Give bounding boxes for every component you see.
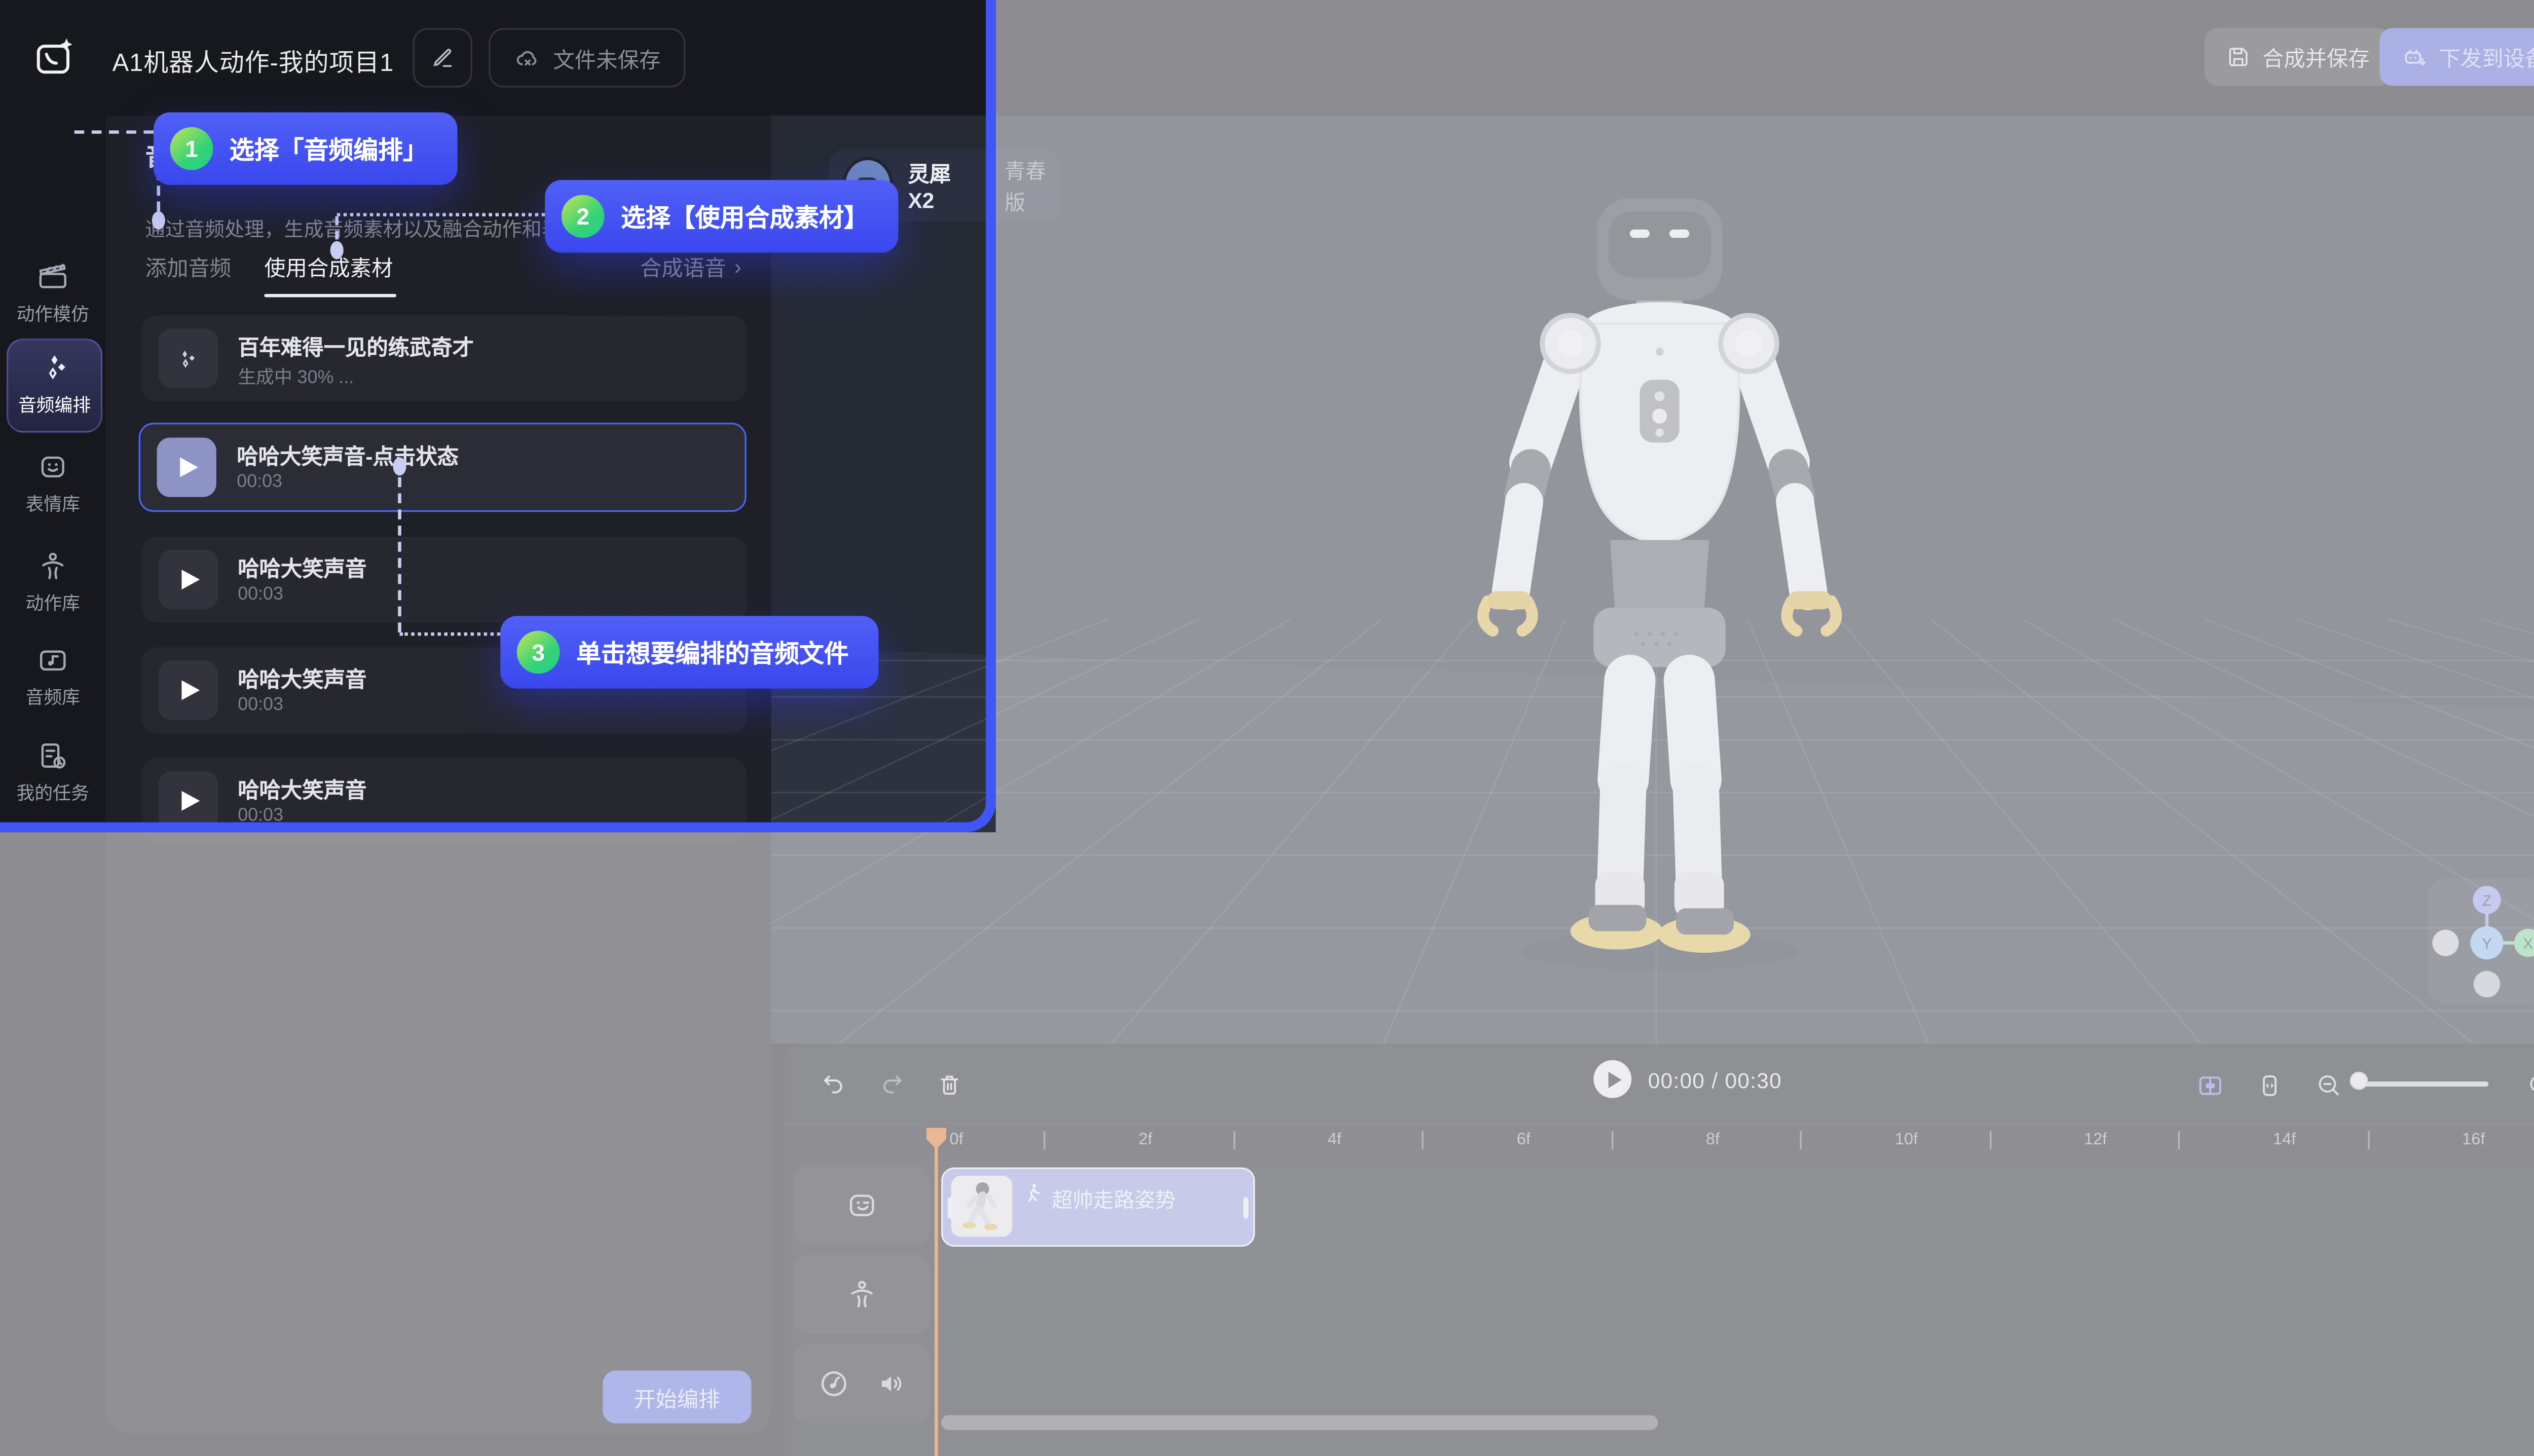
dim-overlay-bottom — [0, 832, 2534, 1456]
panel-subtitle: 通过音频处理，生成音频素材以及融合动作和表情 — [145, 215, 581, 243]
music-icon — [36, 644, 69, 677]
connector-1-dot — [152, 211, 165, 230]
step-2-text: 选择【使用合成素材】 — [621, 199, 869, 234]
sidebar-item-3[interactable]: 表情库 — [7, 444, 99, 523]
step-2-number: 2 — [562, 195, 605, 238]
sidebar-item-4[interactable]: 动作库 — [7, 543, 99, 622]
dim-overlay-right — [996, 0, 2534, 832]
audio-item-subtitle: 00:03 — [237, 473, 282, 493]
step-3-number: 3 — [517, 631, 560, 674]
sidebar-item-label: 动作库 — [26, 589, 81, 616]
tutorial-step-1: 1 选择「音频编排」 — [154, 113, 458, 185]
badge-divider: | — [985, 173, 990, 197]
tab-use-synth-material[interactable]: 使用合成素材 — [264, 251, 393, 282]
person-icon — [36, 550, 69, 583]
face-icon — [36, 451, 69, 484]
audio-play-button[interactable] — [158, 438, 217, 498]
audio-item[interactable]: 哈哈大笑声音-点击状态00:03 — [139, 423, 747, 512]
step-1-number: 1 — [170, 127, 213, 170]
connector-3-dot — [393, 458, 406, 476]
chevron-right-icon: › — [734, 254, 741, 279]
save-status-label: 文件未保存 — [553, 42, 661, 73]
tasks-icon — [36, 740, 69, 773]
active-tab-underline — [264, 294, 396, 297]
sidebar-item-5[interactable]: 音频库 — [7, 638, 99, 717]
tab-add-audio[interactable]: 添加音频 — [145, 251, 231, 282]
ai-generating-icon — [159, 328, 218, 388]
sidebar-item-label: 音频编排 — [18, 391, 91, 418]
save-status-button[interactable]: 文件未保存 — [489, 28, 685, 87]
audio-item-title: 百年难得一见的练武奇才 — [238, 330, 474, 362]
synthesize-speech-label: 合成语音 — [640, 251, 726, 282]
clapper-icon — [36, 261, 69, 294]
synthesize-speech-link[interactable]: 合成语音 › — [640, 251, 741, 282]
audio-item-title: 哈哈大笑声音 — [238, 662, 366, 694]
play-icon — [180, 458, 199, 478]
audio-item[interactable]: 哈哈大笑声音00:03 — [142, 758, 747, 844]
audio-item-subtitle: 生成中 30% ... — [238, 363, 354, 390]
sidebar-item-1[interactable]: 动作模仿 — [7, 254, 99, 333]
sidebar-item-2[interactable]: 音频编排 — [7, 339, 102, 433]
tutorial-step-2: 2 选择【使用合成素材】 — [545, 180, 898, 252]
sidebar-item-label: 我的任务 — [17, 779, 89, 806]
sidebar-item-label: 动作模仿 — [17, 301, 89, 327]
sparkles-icon — [38, 352, 71, 385]
step-3-text: 单击想要编排的音频文件 — [576, 635, 849, 669]
app-root: A1机器人动作-我的项目1 文件未保存 — [0, 0, 2534, 1456]
audio-item[interactable]: 哈哈大笑声音00:03 — [142, 537, 747, 622]
tutorial-step-3: 3 单击想要编排的音频文件 — [500, 616, 878, 688]
connector-1-line — [74, 130, 154, 134]
audio-item-subtitle: 00:03 — [238, 806, 283, 826]
audio-item-title: 哈哈大笑声音 — [238, 773, 366, 804]
connector-3-line — [398, 477, 401, 632]
play-icon — [181, 570, 200, 589]
play-icon — [181, 680, 200, 700]
cloud-unsaved-icon — [513, 44, 541, 71]
connector-2-line — [337, 213, 545, 216]
connector-2-line — [335, 216, 339, 240]
audio-play-button[interactable] — [159, 550, 218, 609]
audio-play-button[interactable] — [159, 660, 218, 720]
connector-2-dot — [330, 241, 344, 259]
edit-title-button[interactable] — [413, 28, 472, 87]
audio-item[interactable]: 百年难得一见的练武奇才生成中 30% ... — [142, 315, 747, 401]
audio-item-subtitle: 00:03 — [238, 584, 283, 604]
app-logo-icon — [33, 36, 76, 80]
pencil-icon — [429, 45, 456, 71]
audio-play-button[interactable] — [159, 771, 218, 831]
sidebar-item-label: 音频库 — [26, 684, 81, 710]
audio-item-title: 哈哈大笑声音 — [238, 551, 366, 583]
play-icon — [181, 791, 200, 811]
audio-item-subtitle: 00:03 — [238, 695, 283, 715]
connector-3-line — [400, 632, 501, 636]
project-title: A1机器人动作-我的项目1 — [113, 45, 394, 79]
robot-name: 灵犀X2 — [908, 157, 970, 213]
step-1-text: 选择「音频编排」 — [230, 131, 428, 166]
sidebar-item-6[interactable]: 我的任务 — [7, 733, 99, 812]
audio-item-title: 哈哈大笑声音-点击状态 — [237, 440, 459, 471]
sidebar-item-label: 表情库 — [26, 491, 81, 517]
